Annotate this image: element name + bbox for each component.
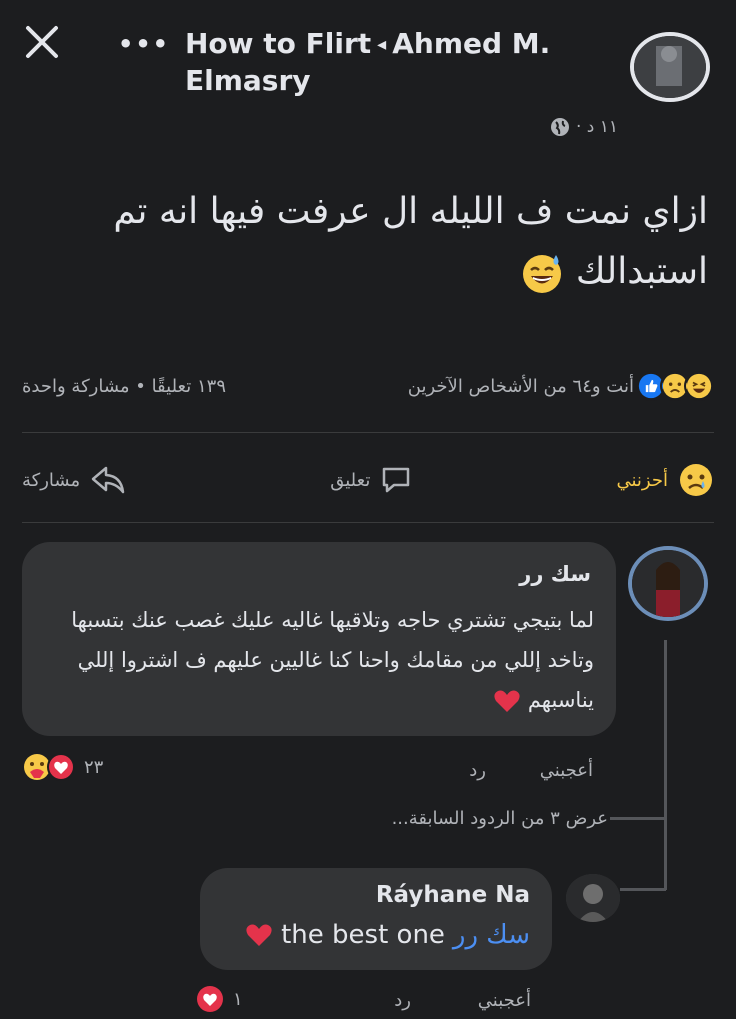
heart-emoji-icon (246, 924, 272, 946)
comment-author[interactable]: سك رر (519, 562, 591, 586)
arrow-icon: ◂ (377, 34, 387, 55)
reply-author[interactable]: Ráyhane Na (376, 882, 530, 908)
reply-text-block: سك رر the best one (245, 920, 530, 950)
haha-reaction-icon (684, 371, 714, 401)
replier-avatar[interactable] (566, 874, 620, 922)
comment-reactions[interactable]: ٢٣ (22, 752, 103, 782)
comment-label: تعليق (330, 469, 371, 491)
reactions-summary[interactable]: ١٣٩ تعليقًا • مشاركة واحدة أنت و٦٤ من ال… (22, 370, 714, 402)
post-time-row: ١١ د · (550, 117, 618, 137)
thread-line (664, 640, 667, 890)
comment-text-block: لما بتيجي تشتري حاجه وتلاقيها غاليه عليك… (34, 600, 594, 720)
reply-comment-button[interactable]: رد (469, 760, 486, 781)
sad-reaction-icon (679, 464, 712, 496)
react-button[interactable]: أحزنني (616, 462, 714, 498)
reply-reply-button[interactable]: رد (394, 990, 411, 1011)
share-icon (91, 466, 125, 494)
post-text-block: ازاي نمت ف الليله ال عرفت فيها انه تم اس… (18, 182, 708, 302)
heart-emoji-icon (494, 690, 520, 712)
view-previous-replies-link[interactable]: عرض ٣ من الردود السابقة... (392, 808, 608, 829)
divider (22, 432, 714, 433)
thread-connector (610, 817, 666, 820)
group-name-link[interactable]: How to Flirt (185, 27, 371, 60)
sweat-smile-emoji-icon (523, 255, 562, 293)
reaction-icons (636, 371, 714, 401)
post-text: ازاي نمت ف الليله ال عرفت فيها انه تم اس… (113, 191, 708, 292)
post-time: ١١ د · (575, 117, 618, 137)
react-label: أحزنني (616, 469, 668, 491)
reply-bubble: Ráyhane Na سك رر the best one (200, 868, 552, 970)
like-comment-button[interactable]: أعجبني (540, 760, 593, 781)
like-reply-button[interactable]: أعجبني (478, 990, 531, 1011)
divider (22, 522, 714, 523)
post-action-bar: مشاركة تعليق أحزنني (22, 455, 714, 505)
commenter-avatar[interactable] (628, 546, 708, 621)
comment-reaction-count: ٢٣ (84, 756, 104, 778)
author-avatar[interactable] (630, 32, 710, 102)
mention-link[interactable]: سك رر (453, 920, 530, 950)
reply-reactions[interactable]: ١ (195, 984, 243, 1014)
share-button[interactable]: مشاركة (22, 465, 126, 495)
thread-connector (620, 888, 666, 891)
post-header-title: How to Flirt ◂ Ahmed M. Elmasry (185, 26, 605, 99)
reactors-text[interactable]: أنت و٦٤ من الأشخاص الآخرين (408, 376, 634, 397)
close-icon[interactable] (22, 22, 62, 62)
more-options-icon[interactable]: ••• (118, 30, 170, 58)
comments-shares-count[interactable]: ١٣٩ تعليقًا • مشاركة واحدة (22, 376, 226, 397)
comment-bubble: سك رر لما بتيجي تشتري حاجه وتلاقيها غالي… (22, 542, 616, 736)
love-reaction-icon (197, 986, 223, 1012)
globe-icon (550, 118, 569, 136)
reply-text: the best one (281, 920, 445, 950)
comment-button[interactable]: تعليق (330, 465, 412, 495)
share-label: مشاركة (22, 469, 81, 491)
comment-icon (383, 467, 410, 493)
love-reaction-icon (47, 753, 75, 781)
reply-reaction-count: ١ (233, 988, 243, 1010)
